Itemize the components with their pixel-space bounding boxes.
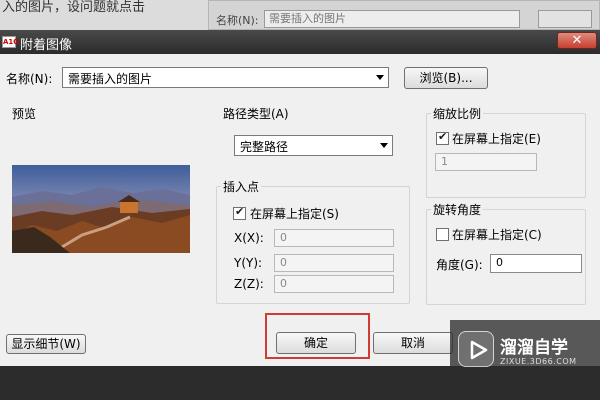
- play-icon: [458, 331, 494, 367]
- angle-field[interactable]: 0: [490, 254, 582, 273]
- y-field[interactable]: 0: [274, 254, 394, 272]
- name-value: 需要插入的图片: [68, 72, 153, 86]
- dialog-title: 附着图像: [20, 38, 73, 53]
- rotation-onscreen-label: 在屏幕上指定(C): [452, 228, 542, 242]
- scale-title: 缩放比例: [431, 105, 484, 122]
- path-type-title: 路径类型(A): [221, 105, 291, 122]
- name-combobox[interactable]: 需要插入的图片: [62, 67, 389, 88]
- background-button: [538, 10, 592, 28]
- name-label: 名称(N):: [6, 72, 53, 86]
- great-wall-photo: [12, 165, 190, 253]
- dialog-titlebar[interactable]: [0, 30, 600, 54]
- path-type-value: 完整路径: [240, 140, 289, 154]
- preview-title: 预览: [10, 105, 39, 122]
- ok-highlight-box: [265, 313, 370, 359]
- close-button[interactable]: ✕: [557, 32, 597, 49]
- angle-label: 角度(G):: [436, 258, 483, 272]
- cancel-button[interactable]: 取消: [373, 332, 453, 354]
- x-label: X(X):: [234, 231, 264, 245]
- z-field[interactable]: 0: [274, 275, 394, 293]
- scale-onscreen-label: 在屏幕上指定(E): [452, 132, 541, 146]
- chevron-down-icon: [376, 75, 384, 80]
- insertion-onscreen-label: 在屏幕上指定(S): [250, 207, 339, 221]
- app-icon: A10: [2, 36, 19, 48]
- insertion-onscreen-checkbox[interactable]: [233, 205, 246, 220]
- background-caption: 入的图片，设问题就点击: [2, 0, 146, 15]
- watermark-title: 溜溜自学: [500, 338, 568, 358]
- path-type-combobox[interactable]: 完整路径: [234, 135, 393, 156]
- rotation-title: 旋转角度: [431, 201, 484, 218]
- scale-field[interactable]: 1: [435, 153, 537, 171]
- show-details-button[interactable]: 显示细节(W): [6, 334, 86, 354]
- preview-image: [12, 165, 190, 253]
- scale-onscreen-checkbox[interactable]: [436, 130, 449, 145]
- browse-button[interactable]: 浏览(B)...: [404, 67, 488, 89]
- rotation-onscreen-checkbox[interactable]: [436, 228, 449, 241]
- background-name-label: 名称(N):: [216, 14, 259, 27]
- x-field[interactable]: 0: [274, 229, 394, 247]
- insertion-point-title: 插入点: [221, 178, 262, 195]
- watermark-url: ZIXUE.3D66.COM: [500, 357, 577, 366]
- background-name-combo: 需要插入的图片: [264, 10, 520, 28]
- y-label: Y(Y):: [234, 256, 263, 270]
- close-icon: ✕: [571, 33, 583, 48]
- chevron-down-icon: [380, 143, 388, 148]
- z-label: Z(Z):: [234, 277, 264, 291]
